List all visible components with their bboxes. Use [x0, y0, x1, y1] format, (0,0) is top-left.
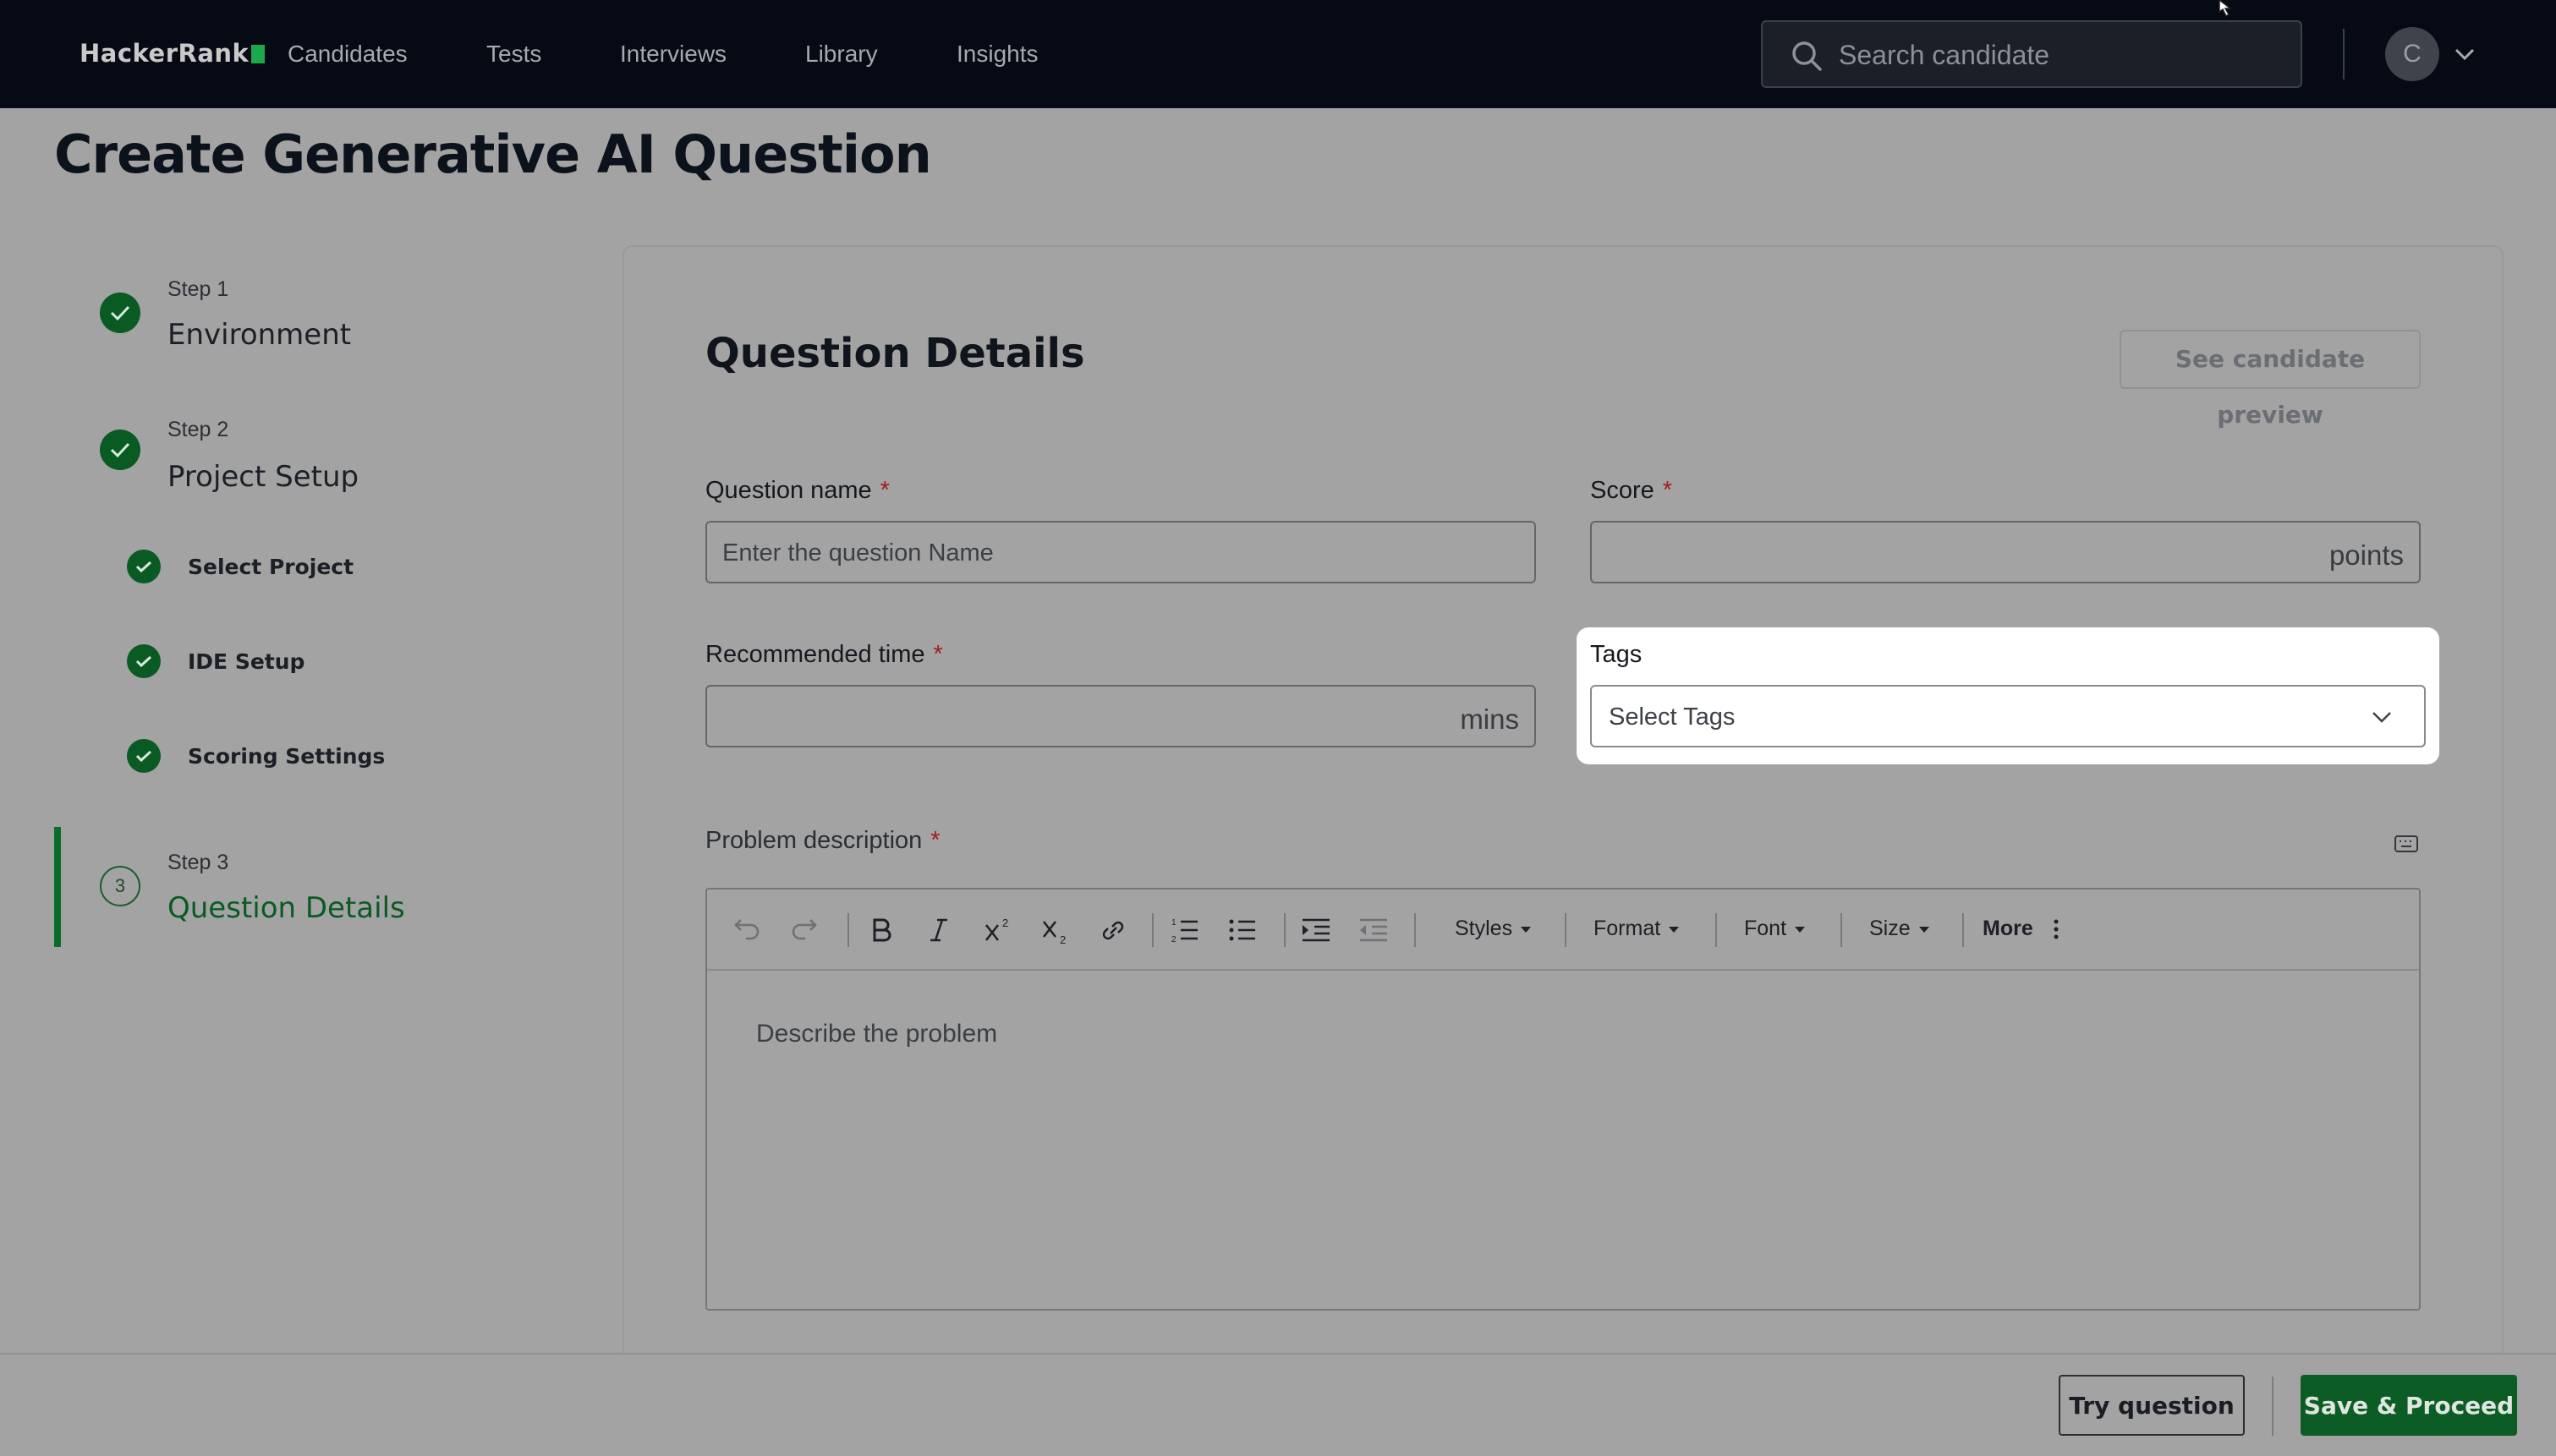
editor-toolbar: 2 2 12 Styles Format Font Size More	[707, 889, 2419, 971]
svg-text:2: 2	[1060, 933, 1066, 946]
step-title: Environment	[167, 318, 352, 352]
link-icon[interactable]	[1096, 910, 1130, 950]
toolbar-divider	[1962, 913, 1964, 947]
tags-select[interactable]: Select Tags	[1590, 685, 2426, 747]
check-icon	[127, 644, 161, 678]
format-dropdown[interactable]: Format	[1593, 917, 1680, 941]
numbered-list-icon[interactable]: 12	[1169, 910, 1203, 950]
top-navbar: HackerRank Candidates Tests Interviews L…	[0, 0, 2556, 108]
svg-text:2: 2	[1171, 935, 1177, 944]
substep-label: IDE Setup	[188, 649, 305, 674]
toolbar-divider	[847, 913, 849, 947]
chevron-down-icon	[2372, 712, 2391, 723]
superscript-icon[interactable]: 2	[981, 910, 1015, 950]
step-label: Step 1	[167, 277, 229, 301]
styles-dropdown[interactable]: Styles	[1455, 917, 1532, 941]
font-dropdown[interactable]: Font	[1744, 917, 1806, 941]
mouse-cursor-icon	[2219, 0, 2233, 18]
bold-icon[interactable]	[866, 910, 897, 950]
toolbar-divider	[1414, 913, 1416, 947]
tags-label: Tags	[1590, 641, 1643, 668]
nav-link-library[interactable]: Library	[805, 41, 878, 68]
svg-text:1: 1	[1171, 918, 1177, 928]
step-title: Project Setup	[167, 460, 359, 494]
subscript-icon[interactable]: 2	[1039, 910, 1072, 950]
substep-label: Scoring Settings	[188, 744, 386, 769]
nav-link-tests[interactable]: Tests	[486, 41, 541, 68]
score-suffix: points	[2328, 539, 2404, 571]
candidate-preview-button[interactable]: See candidate preview	[2120, 330, 2421, 429]
indent-icon[interactable]	[1299, 910, 1333, 950]
keyboard-icon[interactable]	[2394, 834, 2419, 854]
svg-text:2: 2	[1002, 917, 1008, 929]
question-name-input[interactable]	[722, 533, 1467, 573]
score-input[interactable]	[1607, 533, 2352, 573]
toolbar-divider	[1840, 913, 1842, 947]
step-label: Step 2	[167, 418, 229, 441]
substep-label: Select Project	[188, 555, 354, 579]
step-label: Step 3	[167, 851, 229, 874]
check-icon	[100, 293, 140, 333]
toolbar-divider	[1565, 913, 1566, 947]
italic-icon[interactable]	[924, 910, 954, 950]
size-dropdown[interactable]: Size	[1869, 917, 1929, 941]
nav-link-insights[interactable]: Insights	[957, 41, 1039, 68]
tags-placeholder: Select Tags	[1609, 703, 1736, 731]
chevron-down-icon[interactable]	[2453, 42, 2476, 66]
nav-divider	[2343, 29, 2345, 79]
score-label: Score *	[1590, 477, 1673, 504]
check-icon	[127, 550, 161, 583]
nav-link-interviews[interactable]: Interviews	[620, 41, 727, 68]
search-input[interactable]	[1839, 34, 2279, 76]
undo-icon[interactable]	[732, 910, 763, 950]
score-field[interactable]: points	[1590, 521, 2421, 583]
toolbar-divider	[1152, 913, 1154, 947]
check-icon	[127, 739, 161, 773]
check-icon	[100, 430, 140, 470]
search-icon	[1792, 41, 1822, 71]
time-suffix: mins	[1460, 703, 1519, 735]
tags-highlight: Tags Select Tags	[1577, 627, 2439, 764]
problem-description-label: Problem description *	[705, 827, 941, 854]
rich-text-editor[interactable]: 2 2 12 Styles Format Font Size More Desc…	[705, 888, 2421, 1311]
page-title: Create Generative AI Question	[54, 123, 932, 185]
question-name-field[interactable]	[705, 521, 1536, 583]
recommended-time-input[interactable]	[722, 697, 1467, 737]
footer-divider	[2272, 1377, 2274, 1436]
try-question-button[interactable]: Try question	[2059, 1375, 2245, 1436]
toolbar-divider	[1715, 913, 1717, 947]
nav-link-candidates[interactable]: Candidates	[288, 41, 408, 68]
search-box[interactable]	[1761, 20, 2302, 88]
question-name-label: Question name *	[705, 477, 890, 504]
vertical-dots-icon	[2054, 919, 2059, 939]
hackerrank-logo[interactable]: HackerRank	[80, 39, 266, 68]
active-step-indicator	[54, 827, 61, 947]
editor-placeholder: Describe the problem	[756, 1020, 998, 1048]
save-proceed-button[interactable]: Save & Proceed	[2301, 1375, 2517, 1436]
outdent-icon[interactable]	[1357, 910, 1390, 950]
more-menu[interactable]: More	[1983, 917, 2063, 941]
avatar[interactable]: C	[2385, 27, 2439, 81]
recommended-time-label: Recommended time *	[705, 641, 943, 668]
recommended-time-field[interactable]: mins	[705, 685, 1536, 747]
section-title: Question Details	[705, 330, 1085, 377]
bullet-list-icon[interactable]	[1226, 910, 1260, 950]
redo-icon[interactable]	[788, 910, 819, 950]
step-title: Question Details	[167, 891, 405, 925]
toolbar-divider	[1284, 913, 1286, 947]
step-number: 3	[100, 866, 140, 906]
